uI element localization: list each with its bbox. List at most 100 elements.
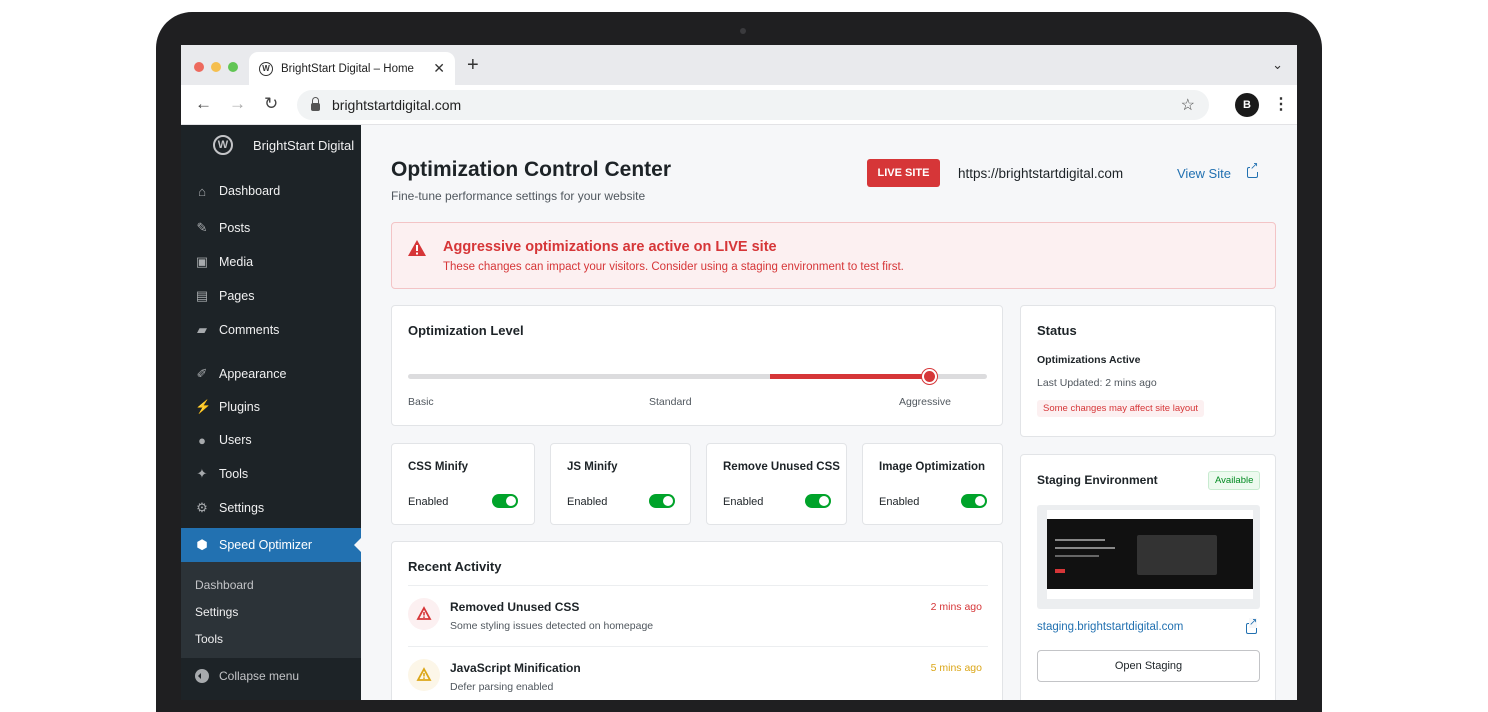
toggle-state-label: Enabled (567, 496, 608, 508)
sidebar-item-dashboard[interactable]: ⌂ Dashboard (181, 174, 361, 208)
media-icon: ▣ (195, 254, 209, 269)
staging-preview-thumbnail[interactable] (1037, 505, 1260, 609)
profile-avatar[interactable]: B (1235, 93, 1259, 117)
available-badge: Available (1208, 471, 1261, 490)
lock-icon (311, 97, 320, 111)
toggle-switch[interactable] (961, 494, 987, 508)
recent-activity-card: Recent Activity Removed Unused CSS Some … (391, 541, 1003, 700)
sidebar-item-plugins[interactable]: ⚡ Plugins (181, 390, 361, 424)
minimize-window-button[interactable] (211, 62, 221, 72)
sidebar-item-speed-optimizer[interactable]: ⬢ Speed Optimizer (181, 528, 362, 562)
sidebar-item-posts[interactable]: ✎ Posts (181, 211, 361, 245)
external-link-icon[interactable] (1246, 618, 1258, 634)
sidebar-item-comments[interactable]: ▰ Comments (181, 313, 361, 347)
site-brand[interactable]: W BrightStart Digital (193, 135, 354, 155)
submenu-tools[interactable]: Tools (195, 632, 223, 646)
warning-alert: Aggressive optimizations are active on L… (391, 222, 1276, 289)
back-icon[interactable]: ← (195, 94, 212, 114)
activity-desc: Some styling issues detected on homepage (450, 620, 654, 632)
collapse-menu-button[interactable]: Collapse menu (195, 669, 299, 683)
page-subtitle: Fine-tune performance settings for your … (391, 189, 646, 203)
toggle-state-label: Enabled (408, 496, 449, 508)
gear-icon: ⚙ (196, 500, 208, 515)
browser-tab[interactable]: W BrightStart Digital – Home ✕ (249, 52, 455, 85)
sidebar-item-label: Appearance (219, 367, 287, 381)
sidebar-item-label: Users (219, 433, 252, 447)
sidebar-item-label: Dashboard (219, 184, 281, 198)
slider-fill (769, 374, 930, 379)
reload-icon[interactable]: ↻ (264, 94, 278, 114)
activity-item[interactable]: JavaScript Minification Defer parsing en… (408, 646, 988, 700)
status-card: Status Optimizations Active Last Updated… (1020, 305, 1276, 437)
thumb-hero-image (1137, 535, 1217, 575)
toggle-card-title: Image Optimization (879, 461, 986, 473)
staging-title: Staging Environment (1037, 473, 1158, 487)
toggle-switch[interactable] (805, 494, 831, 508)
slider-handle[interactable] (921, 369, 937, 384)
new-tab-button[interactable]: + (467, 54, 479, 77)
close-tab-icon[interactable]: ✕ (433, 60, 445, 77)
forward-icon[interactable]: → (229, 94, 246, 114)
user-icon: ● (198, 432, 206, 448)
toggle-card-title: JS Minify (567, 461, 618, 473)
live-site-badge: LIVE SITE (867, 159, 940, 187)
status-title: Status (1037, 323, 1077, 338)
sidebar-item-label: Settings (219, 501, 265, 515)
warning-icon (408, 240, 426, 256)
wordpress-favicon-icon: W (259, 61, 273, 76)
activity-time: 5 mins ago (930, 662, 982, 674)
address-bar[interactable]: brightstartdigital.com ☆ (297, 90, 1209, 120)
view-site-link[interactable]: View Site (1177, 166, 1231, 181)
maximize-window-button[interactable] (228, 62, 238, 72)
site-name: BrightStart Digital (253, 137, 355, 153)
toggle-switch[interactable] (492, 494, 518, 508)
tab-search-chevron-icon[interactable]: ⌄ (1272, 57, 1283, 73)
sidebar-item-label: Comments (219, 323, 280, 337)
close-window-button[interactable] (194, 62, 204, 72)
staging-url-link[interactable]: staging.brightstartdigital.com (1037, 621, 1183, 633)
toggle-card-css-minify: CSS Minify Enabled (391, 443, 535, 525)
sidebar-item-settings[interactable]: ⚙ Settings (181, 491, 361, 525)
toggle-switch[interactable] (649, 494, 675, 508)
sidebar-item-users[interactable]: ● Users (181, 423, 361, 457)
main-content: Optimization Control Center Fine-tune pe… (361, 125, 1297, 700)
status-updated: Last Updated: 2 mins ago (1037, 377, 1157, 389)
page-title: Optimization Control Center (391, 158, 671, 181)
sidebar-item-pages[interactable]: ▤ Pages (181, 279, 361, 313)
recent-activity-title: Recent Activity (408, 559, 502, 574)
level-label-aggressive: Aggressive (899, 396, 951, 408)
tab-title: BrightStart Digital – Home (281, 62, 414, 75)
sidebar-item-tools[interactable]: ✦ Tools (181, 457, 361, 491)
pin-icon: ✎ (196, 220, 208, 235)
external-link-icon[interactable] (1247, 162, 1259, 178)
alert-heading: Aggressive optimizations are active on L… (443, 239, 777, 255)
toggle-card-remove-unused-css: Remove Unused CSS Enabled (706, 443, 847, 525)
browser-menu-icon[interactable]: ⋮ (1273, 94, 1289, 114)
site-url: https://brightstartdigital.com (958, 166, 1124, 181)
optimization-level-card: Optimization Level Basic Standard Aggres… (391, 305, 1003, 426)
address-url[interactable]: brightstartdigital.com (332, 97, 1181, 113)
activity-item[interactable]: Removed Unused CSS Some styling issues d… (408, 585, 988, 645)
error-icon (408, 598, 440, 630)
thumb-text-line (1055, 547, 1115, 549)
staging-card: Staging Environment Available staging.br… (1020, 454, 1276, 700)
warning-icon (408, 659, 440, 691)
submenu-settings[interactable]: Settings (195, 605, 238, 619)
sidebar-item-media[interactable]: ▣ Media (181, 245, 361, 279)
sidebar-item-appearance[interactable]: ✐ Appearance (181, 357, 361, 391)
open-staging-button[interactable]: Open Staging (1037, 650, 1260, 682)
bookmark-star-icon[interactable]: ☆ (1181, 95, 1195, 115)
activity-title: JavaScript Minification (450, 661, 581, 675)
brush-icon: ✐ (196, 366, 208, 381)
optimization-slider[interactable] (408, 369, 987, 384)
activity-title: Removed Unused CSS (450, 600, 580, 614)
sidebar-item-label: Media (219, 255, 254, 269)
status-state: Optimizations Active (1037, 354, 1141, 366)
submenu-dashboard[interactable]: Dashboard (195, 578, 254, 592)
thumb-header (1047, 510, 1253, 519)
toggle-state-label: Enabled (879, 496, 920, 508)
optimization-level-title: Optimization Level (408, 323, 524, 338)
level-label-standard: Standard (649, 396, 692, 408)
toggle-state-label: Enabled (723, 496, 764, 508)
activity-desc: Defer parsing enabled (450, 681, 554, 693)
